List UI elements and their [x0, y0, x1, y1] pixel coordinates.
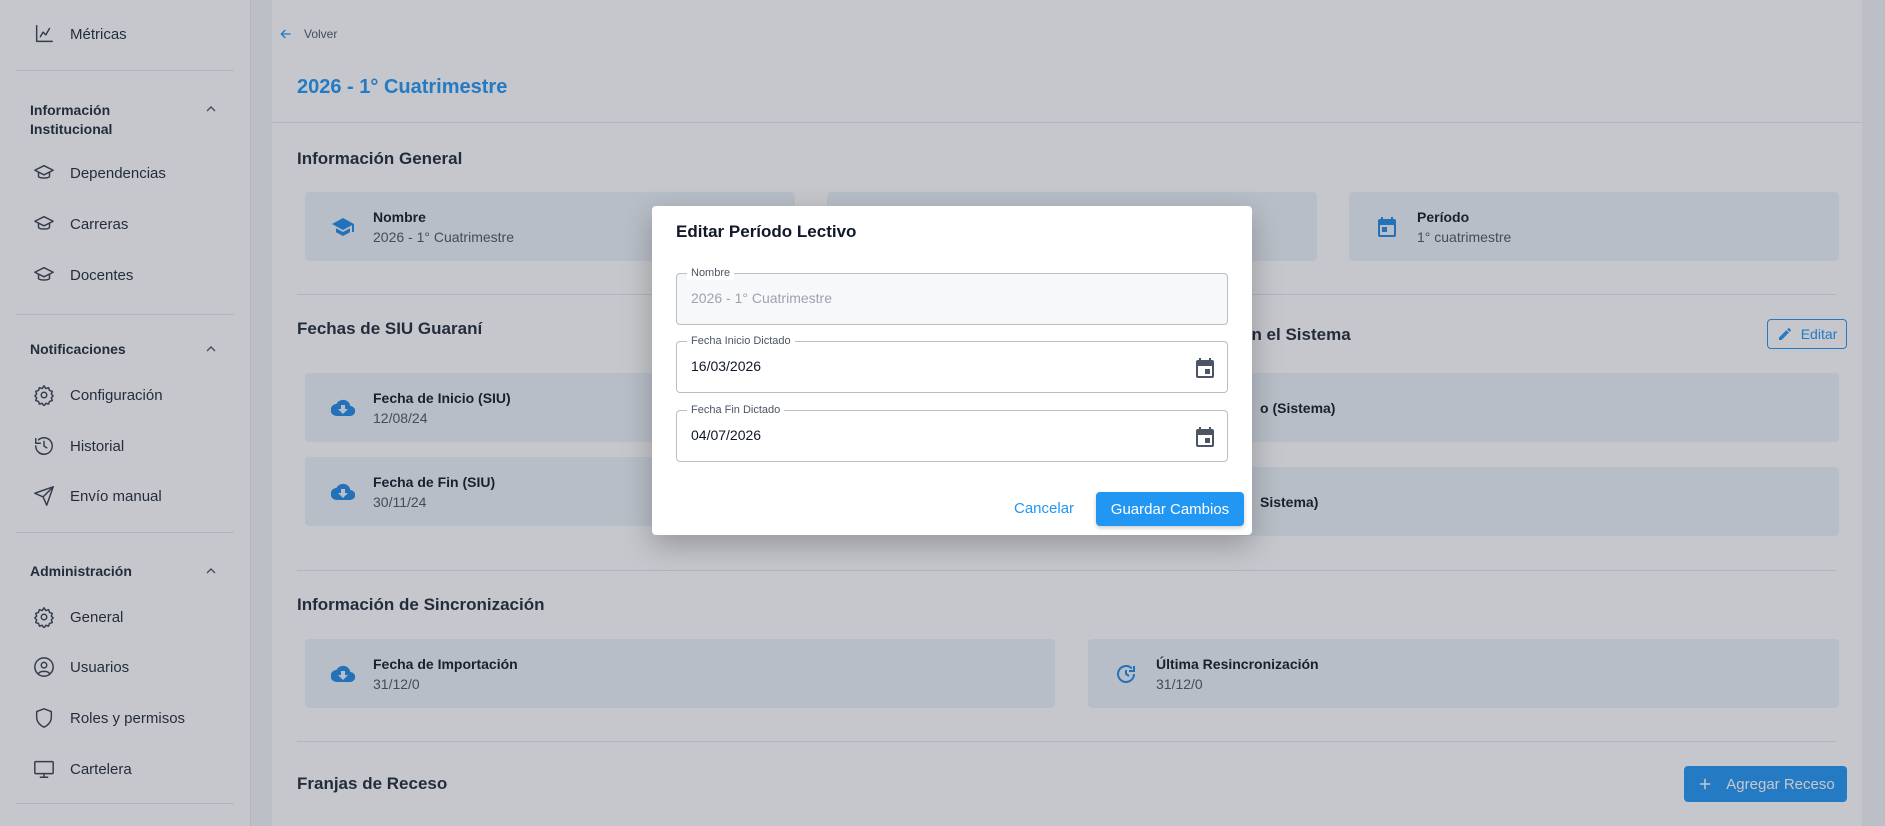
field-label: Nombre: [687, 266, 735, 280]
fecha-inicio-input[interactable]: [691, 358, 1171, 374]
nombre-input: [691, 290, 1171, 306]
calendar-icon[interactable]: [1193, 356, 1217, 380]
edit-periodo-dialog: Editar Período Lectivo Nombre Fecha Inic…: [652, 206, 1252, 535]
fecha-fin-input[interactable]: [691, 427, 1171, 443]
field-label: Fecha Inicio Dictado: [687, 334, 795, 348]
calendar-icon[interactable]: [1193, 425, 1217, 449]
fecha-inicio-field[interactable]: Fecha Inicio Dictado: [676, 334, 1228, 393]
field-label: Fecha Fin Dictado: [687, 403, 785, 417]
cancel-button[interactable]: Cancelar: [1014, 500, 1074, 517]
save-button[interactable]: Guardar Cambios: [1096, 492, 1244, 526]
nombre-field: Nombre: [676, 266, 1228, 325]
dialog-title: Editar Período Lectivo: [676, 222, 857, 241]
fecha-fin-field[interactable]: Fecha Fin Dictado: [676, 403, 1228, 462]
